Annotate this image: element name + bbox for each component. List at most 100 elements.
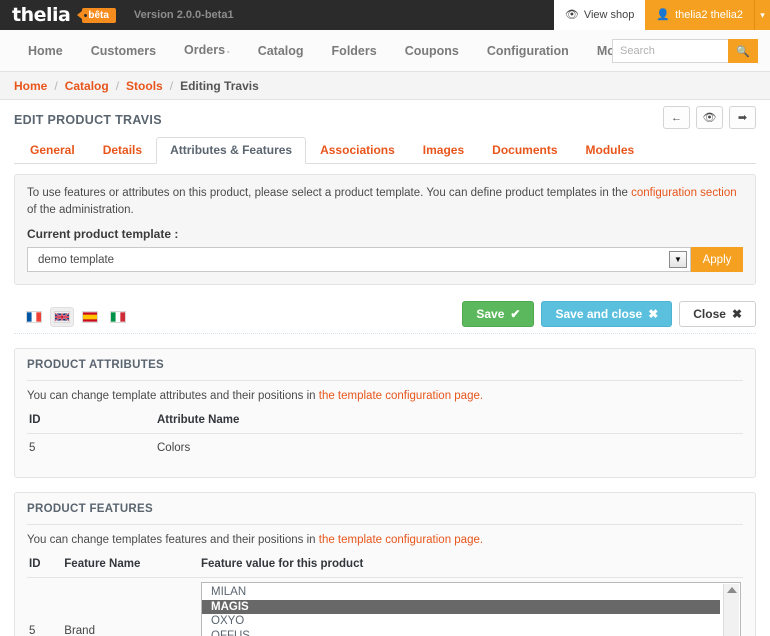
column-header-feature-name: Feature Name (62, 554, 199, 578)
language-flag-spanish-button[interactable] (78, 307, 102, 327)
tab-label: Images (423, 143, 464, 157)
template-help-before: To use features or attributes on this pr… (27, 187, 631, 199)
nav-item-home[interactable]: Home (14, 30, 77, 72)
breadcrumb-item-home[interactable]: Home (14, 79, 47, 93)
search-button[interactable]: 🔍 (728, 39, 758, 63)
product-tabs: General Details Attributes & Features As… (14, 137, 756, 164)
search-form: 🔍 (612, 39, 758, 63)
feature-value-multiselect[interactable]: MILAN MAGIS OXYO OFFUS PLINK PARRY TOKO (201, 582, 741, 636)
table-row[interactable]: 5 Colors (27, 434, 743, 463)
cell-attribute-name: Colors (155, 434, 743, 463)
breadcrumb-separator: / (170, 79, 173, 93)
language-flag-english-button[interactable] (50, 307, 74, 327)
apply-label: Apply (703, 254, 732, 266)
cell-feature-name: Brand (62, 578, 199, 636)
chevron-down-icon: ▾ (760, 10, 765, 21)
arrow-left-icon: ← (671, 112, 682, 124)
nav-item-customers[interactable]: Customers (77, 30, 170, 72)
chevron-down-icon: - (227, 47, 230, 56)
thelia-logo[interactable]: thelia bêta (0, 0, 116, 30)
table-header-row: ID Attribute Name (27, 410, 743, 434)
nav-item-folders[interactable]: Folders (318, 30, 391, 72)
nav-item-orders[interactable]: Orders- (170, 29, 244, 73)
flag-english-icon (54, 311, 70, 323)
user-name-label: thelia2 thelia2 (675, 9, 743, 21)
tab-images[interactable]: Images (409, 137, 478, 164)
search-input[interactable] (612, 39, 728, 63)
tab-label: General (30, 143, 75, 157)
option-oxyo[interactable]: OXYO (202, 614, 740, 629)
option-offus[interactable]: OFFUS (202, 629, 740, 636)
tab-details[interactable]: Details (89, 137, 156, 164)
close-label: Close (693, 307, 726, 321)
close-button[interactable]: Close ✖ (679, 301, 756, 327)
configuration-section-link[interactable]: configuration section (631, 187, 736, 199)
eye-icon: 👁 (565, 10, 579, 21)
nav-label: Customers (91, 44, 156, 58)
breadcrumb-item-stools[interactable]: Stools (126, 79, 163, 93)
edit-toolbar: Save ✔ Save and close ✖ Close ✖ (14, 301, 756, 334)
breadcrumb-separator: / (54, 79, 57, 93)
tab-documents[interactable]: Documents (478, 137, 571, 164)
logo-text: thelia (12, 6, 70, 25)
product-template-select[interactable]: demo template ▼ (27, 247, 691, 272)
nav-label: Catalog (258, 44, 304, 58)
option-magis[interactable]: MAGIS (202, 600, 720, 615)
column-header-id: ID (27, 554, 62, 578)
user-menu-caret-button[interactable]: ▾ (754, 0, 770, 30)
template-configuration-link[interactable]: the template configuration page. (319, 390, 483, 402)
nav-item-catalog[interactable]: Catalog (244, 30, 318, 72)
nav-item-configuration[interactable]: Configuration (473, 30, 583, 72)
column-header-feature-value: Feature value for this product (199, 554, 743, 578)
breadcrumb-separator: / (116, 79, 119, 93)
template-configuration-link[interactable]: the template configuration page. (319, 534, 483, 546)
flag-italian-icon (110, 311, 126, 323)
close-icon: ✖ (732, 307, 742, 321)
view-shop-button[interactable]: 👁 View shop (554, 0, 646, 30)
tab-general[interactable]: General (16, 137, 89, 164)
current-template-label: Current product template : (27, 227, 743, 241)
breadcrumb-item-catalog[interactable]: Catalog (65, 79, 109, 93)
product-attributes-title: PRODUCT ATTRIBUTES (27, 359, 743, 381)
column-header-id: ID (27, 410, 155, 434)
table-header-row: ID Feature Name Feature value for this p… (27, 554, 743, 578)
user-menu-button[interactable]: 👤 thelia2 thelia2 (645, 0, 754, 30)
tab-attributes-features[interactable]: Attributes & Features (156, 137, 306, 164)
product-attributes-panel: PRODUCT ATTRIBUTES You can change templa… (14, 348, 756, 478)
preview-product-button[interactable]: 👁 (696, 106, 723, 129)
scroll-up-icon[interactable] (727, 587, 737, 593)
language-flag-french-button[interactable] (22, 307, 46, 327)
language-flag-italian-button[interactable] (106, 307, 130, 327)
save-and-close-button[interactable]: Save and close ✖ (541, 301, 672, 327)
user-icon: 👤 (656, 10, 670, 21)
version-label: Version 2.0.0-beta1 (134, 9, 234, 21)
tab-label: Modules (586, 143, 635, 157)
tab-label: Details (103, 143, 142, 157)
arrow-right-icon: ➡ (738, 111, 747, 124)
main-navbar: Home Customers Orders- Catalog Folders C… (0, 30, 770, 72)
apply-template-button[interactable]: Apply (691, 247, 743, 272)
product-features-panel: PRODUCT FEATURES You can change template… (14, 492, 756, 636)
cell-feature-id: 5 (27, 578, 62, 636)
page-title: EDIT PRODUCT TRAVIS (14, 113, 756, 127)
next-product-button[interactable]: ➡ (729, 106, 756, 129)
template-select-row: demo template ▼ Apply (27, 247, 743, 272)
previous-product-button[interactable]: ← (663, 106, 690, 129)
save-button[interactable]: Save ✔ (462, 301, 534, 327)
note-text: You can change templates features and th… (27, 534, 319, 546)
cell-feature-value: MILAN MAGIS OXYO OFFUS PLINK PARRY TOKO (199, 578, 743, 636)
breadcrumb: Home / Catalog / Stools / Editing Travis (0, 72, 770, 100)
template-help-text: To use features or attributes on this pr… (27, 185, 743, 218)
tab-modules[interactable]: Modules (572, 137, 649, 164)
feature-value-options: MILAN MAGIS OXYO OFFUS PLINK PARRY TOKO (202, 583, 740, 636)
table-row: 5 Brand MILAN MAGIS OXYO OFFUS PLINK PAR… (27, 578, 743, 636)
nav-label: Orders (184, 43, 225, 57)
nav-item-coupons[interactable]: Coupons (391, 30, 473, 72)
column-header-attribute-name: Attribute Name (155, 410, 743, 434)
eye-icon: 👁 (703, 111, 717, 124)
listbox-scrollbar[interactable] (723, 584, 739, 636)
language-flags (14, 307, 130, 327)
tab-associations[interactable]: Associations (306, 137, 409, 164)
option-milan[interactable]: MILAN (202, 585, 740, 600)
tab-label: Associations (320, 143, 395, 157)
